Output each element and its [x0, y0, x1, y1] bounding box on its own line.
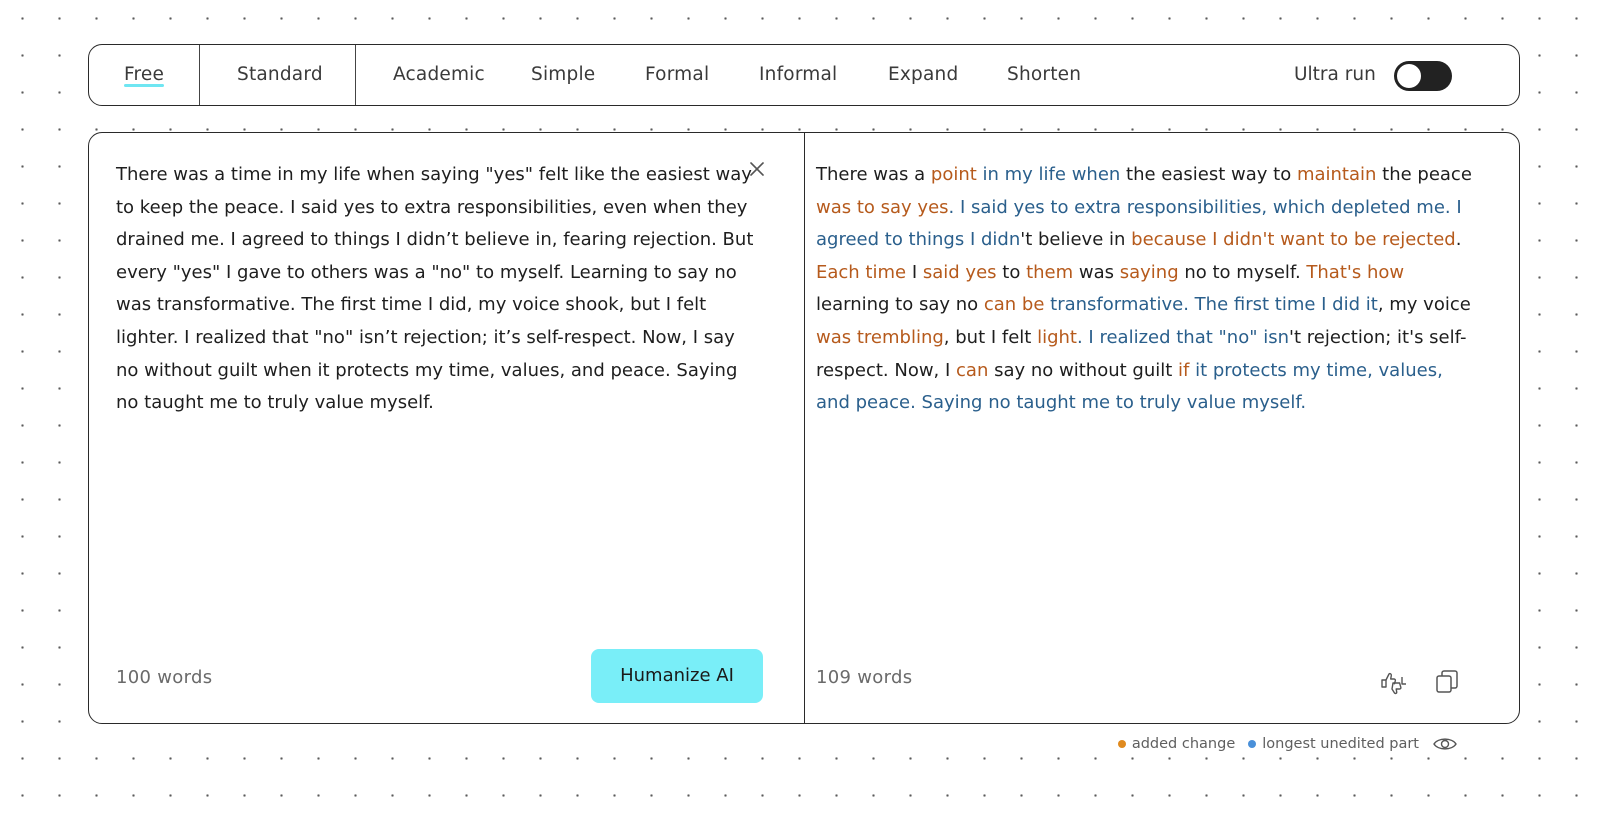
input-word-count: 100 words: [116, 667, 213, 688]
ultra-run-label: Ultra run: [1294, 64, 1376, 85]
paraphrase-panel: There was a time in my life when saying …: [88, 132, 1520, 724]
text-segment: learning to say no: [816, 294, 984, 316]
text-segment: to: [996, 261, 1027, 283]
output-text: There was a point in my life when the ea…: [816, 159, 1476, 420]
text-segment: 't believe in: [1020, 229, 1132, 251]
unedited-segment: transformative. The first time I did it: [1044, 294, 1378, 316]
legend-unedited-label: longest unedited part: [1262, 736, 1419, 752]
input-textarea[interactable]: There was a time in my life when saying …: [116, 159, 756, 420]
toggle-knob: [1396, 63, 1422, 89]
added-change-segment: can: [956, 359, 989, 381]
mode-tab-simple[interactable]: Simple: [531, 45, 595, 105]
text-segment: say no without guilt: [988, 359, 1179, 381]
added-dot: [1117, 740, 1126, 748]
added-change-segment: maintain: [1296, 164, 1377, 185]
toolbar-divider: [199, 45, 200, 105]
mode-tab-informal[interactable]: Informal: [759, 45, 837, 105]
added-change-segment: was to say yes: [816, 196, 949, 218]
output-word-count: 109 words: [816, 667, 913, 688]
eye-icon[interactable]: [1432, 734, 1458, 754]
mode-tab-expand[interactable]: Expand: [888, 45, 958, 105]
added-change-segment: saying: [1119, 261, 1179, 283]
mode-tab-formal[interactable]: Formal: [645, 45, 709, 105]
added-change-segment: point: [930, 164, 977, 185]
legend-added-label: added change: [1131, 736, 1236, 752]
text-segment: the peace: [1376, 164, 1472, 185]
text-segment: I: [906, 261, 923, 283]
added-change-segment: if: [1178, 359, 1190, 381]
close-icon[interactable]: [747, 159, 767, 179]
added-change-segment: can be: [983, 294, 1045, 316]
ultra-run-toggle[interactable]: [1394, 61, 1452, 91]
added-change-segment: was trembling: [816, 326, 944, 348]
unedited-segment: in my life when: [976, 164, 1121, 185]
mode-tab-academic[interactable]: Academic: [393, 45, 485, 105]
text-segment: , but I felt: [943, 326, 1038, 348]
panel-divider: [804, 133, 806, 723]
text-segment: .: [1455, 229, 1462, 251]
added-change-segment: light: [1037, 326, 1077, 348]
text-segment: , my voice: [1377, 294, 1471, 316]
added-change-segment: them: [1026, 261, 1074, 283]
legend-added: added change: [1117, 736, 1236, 752]
mode-tab-shorten[interactable]: Shorten: [1007, 45, 1081, 105]
humanize-ai-button[interactable]: Humanize AI: [591, 649, 763, 703]
added-change-segment: said yes: [922, 261, 997, 283]
mode-tab-free[interactable]: Free: [124, 45, 165, 105]
unedited-segment: . I realized that "no" isn: [1076, 326, 1290, 348]
thumbs-feedback-icon[interactable]: [1379, 667, 1409, 697]
text-segment: There was a: [816, 164, 931, 185]
text-segment: no to myself.: [1178, 261, 1307, 283]
added-change-segment: Each time: [816, 261, 907, 283]
unedited-dot: [1248, 740, 1257, 748]
mode-tab-standard[interactable]: Standard: [237, 45, 323, 105]
added-change-segment: because I didn't want to be rejected: [1131, 229, 1456, 251]
added-change-segment: That's how: [1306, 261, 1405, 283]
copy-icon[interactable]: [1432, 667, 1462, 697]
text-segment: was: [1073, 261, 1120, 283]
legend-unedited: longest unedited part: [1248, 736, 1419, 752]
diff-legend: added change longest unedited part: [1117, 734, 1458, 754]
mode-toolbar: Free Standard Academic Simple Formal Inf…: [88, 44, 1520, 106]
text-segment: the easiest way to: [1120, 164, 1297, 185]
toolbar-divider: [355, 45, 356, 105]
